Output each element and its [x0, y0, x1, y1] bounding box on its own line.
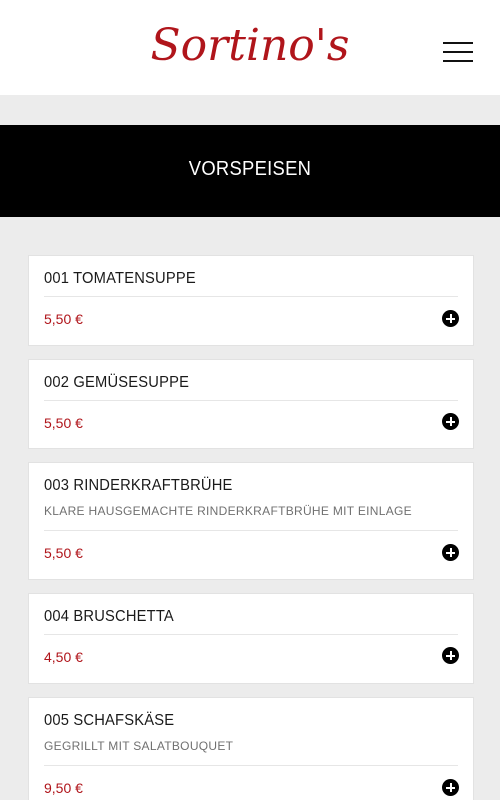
- menu-line: [443, 42, 473, 44]
- divider: [44, 765, 458, 766]
- logo[interactable]: Sortino's: [0, 18, 500, 74]
- menu-item-card: 004 BRUSCHETTA 4,50 €: [28, 593, 474, 684]
- divider: [44, 530, 458, 531]
- divider: [44, 634, 458, 635]
- item-price: 4,50 €: [44, 649, 83, 665]
- divider: [44, 400, 458, 401]
- menu-line: [443, 60, 473, 62]
- menu-item-card: 002 GEMÜSESUPPE 5,50 €: [28, 359, 474, 449]
- item-price: 9,50 €: [44, 780, 83, 796]
- item-name: 003 RINDERKRAFTBRÜHE: [44, 477, 233, 494]
- item-price: 5,50 €: [44, 311, 83, 327]
- add-to-cart-icon[interactable]: [442, 310, 459, 327]
- section-title: VORSPEISEN: [188, 158, 312, 180]
- item-description: GEGRILLT MIT SALATBOUQUET: [44, 739, 234, 753]
- add-to-cart-icon[interactable]: [442, 413, 459, 430]
- add-to-cart-icon[interactable]: [442, 779, 459, 796]
- item-name: 002 GEMÜSESUPPE: [44, 374, 190, 391]
- site-header: Sortino's: [0, 0, 500, 95]
- add-to-cart-icon[interactable]: [442, 544, 459, 561]
- hamburger-menu-icon[interactable]: [443, 42, 473, 62]
- item-name: 005 SCHAFSKÄSE: [44, 712, 175, 729]
- menu-item-card: 001 TOMATENSUPPE 5,50 €: [28, 255, 474, 346]
- item-price: 5,50 €: [44, 415, 83, 431]
- item-description: KLARE HAUSGEMACHTE RINDERKRAFTBRÜHE MIT …: [44, 504, 412, 518]
- menu-item-card: 003 RINDERKRAFTBRÜHE KLARE HAUSGEMACHTE …: [28, 462, 474, 580]
- add-to-cart-icon[interactable]: [442, 647, 459, 664]
- item-name: 001 TOMATENSUPPE: [44, 270, 196, 287]
- item-name: 004 BRUSCHETTA: [44, 608, 174, 625]
- menu-line: [443, 51, 473, 53]
- divider: [44, 296, 458, 297]
- menu-item-card: 005 SCHAFSKÄSE GEGRILLT MIT SALATBOUQUET…: [28, 697, 474, 800]
- item-price: 5,50 €: [44, 545, 83, 561]
